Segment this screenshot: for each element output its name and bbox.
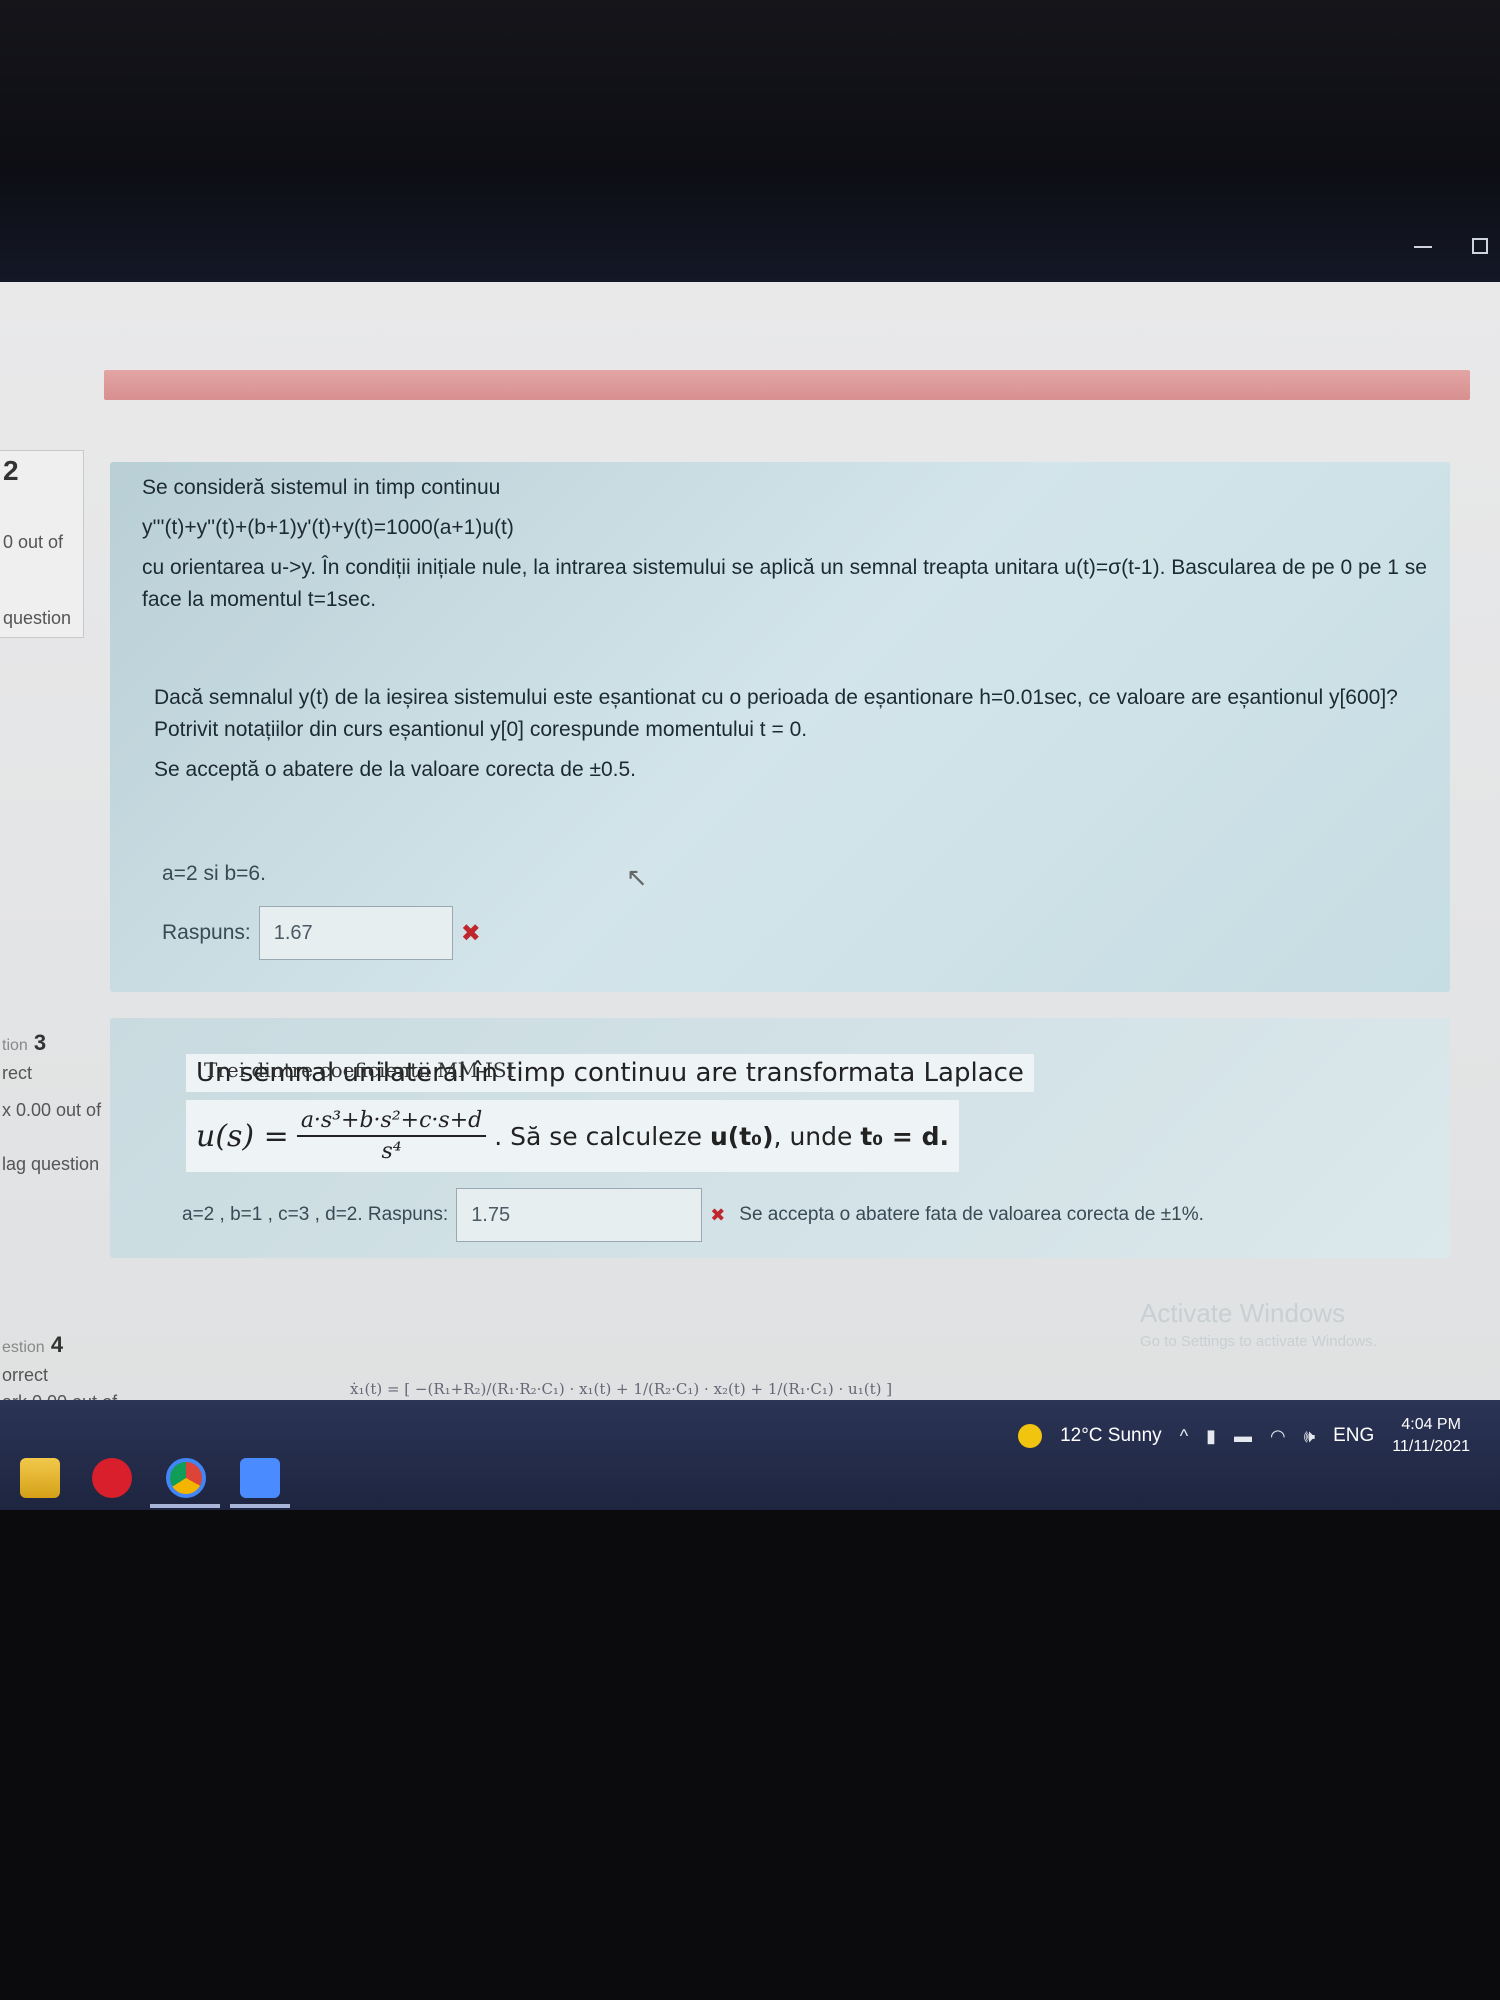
microphone-icon[interactable]: ▮ (1206, 1426, 1216, 1447)
question-number: 4 (50, 1332, 64, 1357)
browser-viewport: 2 0 out of question Se consideră sistemu… (0, 282, 1500, 1432)
flag-question-link[interactable]: lag question (0, 1142, 99, 1181)
q2-params: a=2 si b=6. (162, 862, 266, 885)
question-2-info: 2 0 out of question (0, 450, 84, 638)
battery-icon[interactable]: ▬ (1234, 1426, 1252, 1447)
formula-denominator: s⁴ (381, 1139, 402, 1164)
q3-params: a=2 , b=1 , c=3 , d=2. Raspuns: (182, 1204, 449, 1225)
question-status: orrect (2, 1365, 49, 1385)
question-3-content: Un semnal unilateral în timp continuu ar… (110, 1018, 1450, 1258)
q3-tolerance: Se accepta o abatere fata de valoarea co… (739, 1204, 1204, 1225)
q2-tolerance: Se acceptă o abatere de la valoare corec… (154, 758, 637, 781)
activate-windows-watermark: Activate Windows Go to Settings to activ… (1140, 1298, 1377, 1350)
q4-title: Trei dintre coeficienții MM-ISI (204, 1058, 515, 1082)
clock[interactable]: 4:04 PM 11/11/2021 (1392, 1414, 1470, 1458)
system-tray: 12°C Sunny ^ ▮ ▬ ◠ 🕪 ENG 4:04 PM 11/11/2… (1018, 1414, 1470, 1458)
q3-answer-input[interactable] (456, 1188, 703, 1242)
chevron-up-icon[interactable]: ^ (1180, 1426, 1188, 1447)
q2-equation: y'''(t)+y''(t)+(b+1)y'(t)+y(t)=1000(a+1)… (142, 516, 514, 539)
weather-text[interactable]: 12°C Sunny (1060, 1425, 1162, 1447)
maximize-icon[interactable] (1472, 238, 1488, 254)
formula-rest: . Să se calculeze u(t₀), unde t₀ = d. (494, 1122, 949, 1151)
formula-numerator: a·s³+b·s²+c·s+d (296, 1108, 487, 1137)
question-number: 2 (3, 455, 19, 486)
formula-text: . Să se calculeze (494, 1121, 710, 1151)
chrome-icon[interactable] (166, 1458, 206, 1498)
formula-fraction: a·s³+b·s²+c·s+d s⁴ (296, 1108, 487, 1164)
screen-bezel (0, 0, 1500, 282)
minimize-icon[interactable] (1414, 246, 1432, 248)
q2-answer-input[interactable] (258, 906, 453, 960)
active-app-indicator (150, 1504, 220, 1508)
question-status: rect (2, 1063, 33, 1083)
formula-bold: u(t₀) (709, 1121, 774, 1151)
incorrect-icon: ✖ (460, 919, 481, 947)
watermark-subtitle: Go to Settings to activate Windows. (1140, 1333, 1377, 1350)
zoom-icon[interactable] (240, 1458, 280, 1498)
question-2-content: Se consideră sistemul in timp continuu y… (110, 462, 1450, 992)
question-prefix: tion (2, 1037, 28, 1054)
opera-icon[interactable] (92, 1458, 132, 1498)
taskbar: 12°C Sunny ^ ▮ ▬ ◠ 🕪 ENG 4:04 PM 11/11/2… (0, 1400, 1500, 1510)
question-number: 3 (33, 1030, 47, 1055)
q2-text-line4: Dacă semnalul y(t) de la ieșirea sistemu… (154, 686, 1398, 741)
flag-question-link[interactable]: question (0, 596, 83, 635)
window-controls (1414, 232, 1488, 254)
mouse-cursor-icon: ↖ (626, 862, 648, 892)
formula-bold: t₀ = d. (860, 1121, 949, 1151)
q2-text-line1: Se consideră sistemul in timp continuu (142, 476, 501, 499)
question-prefix: estion (2, 1339, 45, 1356)
q3-formula: u(s) = a·s³+b·s²+c·s+d s⁴ . Să se calcul… (186, 1100, 959, 1172)
q2-text-line3: cu orientarea u->y. În condiții inițiale… (142, 556, 1427, 611)
wifi-icon[interactable]: ◠ (1270, 1426, 1286, 1447)
formula-text: , unde (773, 1121, 861, 1151)
q2-answer-row: Raspuns: ✖ (162, 906, 481, 960)
volume-icon[interactable]: 🕪 (1304, 1426, 1315, 1447)
q4-equation: ẋ₁(t) = [ −(R₁+R₂)/(R₁·R₂·C₁) · x₁(t) + … (350, 1380, 893, 1398)
question-score: 0 out of (3, 532, 64, 552)
weather-icon[interactable] (1018, 1424, 1043, 1448)
notification-bar (104, 370, 1470, 400)
question-3-info: tion 3 rect x 0.00 out of lag question (0, 1026, 102, 1206)
q3-answer-row: a=2 , b=1 , c=3 , d=2. Raspuns: ✖ Se acc… (182, 1188, 1204, 1242)
language-indicator[interactable]: ENG (1333, 1425, 1374, 1447)
clock-date: 11/11/2021 (1392, 1438, 1470, 1455)
clock-time: 4:04 PM (1401, 1416, 1461, 1433)
watermark-title: Activate Windows (1140, 1298, 1346, 1328)
incorrect-icon: ✖ (710, 1204, 726, 1225)
formula-lhs: u(s) = (196, 1118, 289, 1154)
answer-label: Raspuns: (162, 921, 251, 944)
question-score: x 0.00 out of (2, 1100, 102, 1120)
active-app-indicator (230, 1504, 290, 1508)
file-explorer-icon[interactable] (20, 1458, 60, 1498)
